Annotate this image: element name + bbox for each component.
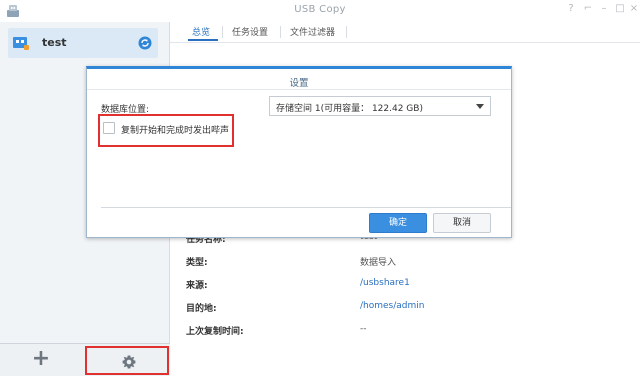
tab-bar-divider (170, 42, 640, 43)
chevron-down-icon (476, 104, 484, 109)
info-key: 上次复制时间: (186, 327, 244, 337)
minimize-icon[interactable]: – (598, 3, 610, 15)
title-bar: USB Copy ? ⌐ – □ × (0, 0, 640, 22)
gear-icon (122, 355, 136, 369)
sidebar-item-label: test (42, 36, 67, 49)
tab-separator (222, 26, 223, 38)
close-icon[interactable]: × (628, 3, 640, 15)
sync-icon (138, 36, 152, 50)
info-value: 数据导入 (360, 258, 397, 268)
sidebar-item-test[interactable]: test (8, 28, 158, 58)
settings-button[interactable] (85, 346, 169, 375)
maximize-icon[interactable]: □ (614, 3, 626, 15)
dialog-title-divider (87, 89, 511, 90)
tab-separator (346, 26, 347, 38)
tab-overview[interactable]: 总览 (192, 25, 210, 38)
destination-link[interactable]: /homes/admin (360, 301, 424, 311)
info-key: 类型: (186, 258, 208, 268)
add-task-button[interactable]: + (26, 348, 56, 371)
beep-checkbox[interactable] (103, 122, 115, 134)
usb-task-icon (13, 37, 29, 50)
beep-checkbox-label[interactable]: 复制开始和完成时发出哔声 (121, 123, 229, 136)
db-location-value: 存储空间 1(可用容量： 122.42 GB) (276, 104, 423, 114)
settings-dialog: 设置 数据库位置: 存储空间 1(可用容量： 122.42 GB) 复制开始和完… (86, 66, 512, 238)
info-row-last-copy-time: 上次复制时间: -- (186, 324, 626, 338)
dialog-title: 设置 (289, 78, 309, 89)
info-value: -- (360, 324, 367, 334)
pin-icon[interactable]: ⌐ (582, 3, 594, 15)
sidebar-footer: + (0, 343, 170, 376)
dialog-footer-divider (101, 207, 511, 208)
active-tab-indicator (188, 39, 218, 41)
ok-button[interactable]: 确定 (369, 213, 427, 233)
window-title: USB Copy (294, 4, 346, 15)
info-row-destination: 目的地: /homes/admin (186, 301, 626, 315)
db-location-select[interactable]: 存储空间 1(可用容量： 122.42 GB) (269, 96, 491, 116)
tab-file-filter[interactable]: 文件过滤器 (290, 25, 335, 38)
tab-separator (280, 26, 281, 38)
tab-task-settings[interactable]: 任务设置 (232, 25, 268, 38)
help-icon[interactable]: ? (565, 3, 577, 15)
info-key: 目的地: (186, 304, 217, 314)
source-link[interactable]: /usbshare1 (360, 278, 410, 288)
info-row-type: 类型: 数据导入 (186, 255, 626, 269)
info-row-source: 来源: /usbshare1 (186, 278, 626, 292)
info-key: 来源: (186, 281, 208, 291)
cancel-button[interactable]: 取消 (433, 213, 491, 233)
